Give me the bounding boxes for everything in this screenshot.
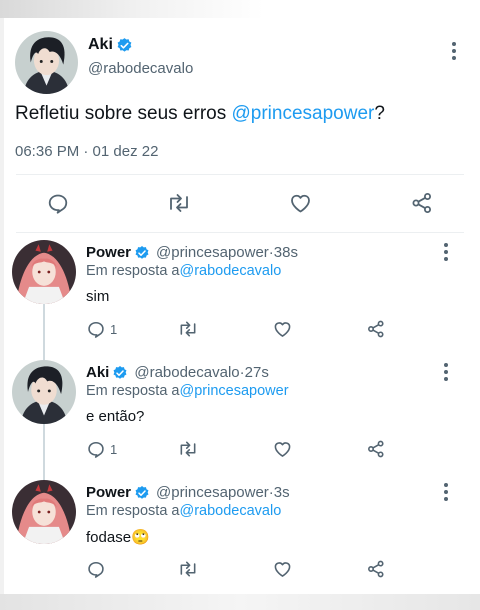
replying-to-row: Em resposta a @rabodecavalo [86, 503, 281, 519]
thread-line [43, 422, 45, 480]
like-icon [274, 322, 291, 337]
avatar-aki[interactable] [15, 31, 78, 94]
reply-count: 1 [110, 441, 118, 457]
author-handle[interactable]: @rabodecavalo [134, 364, 239, 381]
replying-to-label: Em resposta a [86, 383, 180, 399]
author-handle[interactable]: @princesapower [156, 244, 269, 261]
reply-author-row: Power @princesapower · 38s [86, 244, 298, 261]
replying-to-link[interactable]: @rabodecavalo [180, 263, 282, 279]
screen-edge-bottom [0, 594, 480, 610]
author-name[interactable]: Power [86, 244, 131, 261]
share-button[interactable] [366, 439, 386, 459]
author-handle[interactable]: @rabodecavalo [88, 60, 193, 77]
reply-text: sim [86, 288, 110, 305]
like-icon [274, 442, 291, 457]
retweet-icon [180, 441, 196, 457]
verified-badge-icon [116, 37, 133, 54]
reply-text: e então? [86, 408, 145, 425]
main-author-row: Aki [88, 36, 133, 54]
retweet-button[interactable] [166, 191, 192, 215]
share-icon [368, 320, 384, 338]
reply-author-row: Aki @rabodecavalo · 27s [86, 364, 269, 381]
more-options-icon[interactable] [443, 243, 449, 261]
reply-time[interactable]: 38s [274, 244, 298, 261]
retweet-button[interactable] [177, 319, 199, 339]
like-icon [274, 562, 291, 577]
more-options-icon[interactable] [451, 42, 457, 60]
like-icon [291, 194, 310, 213]
divider [16, 174, 464, 175]
retweet-icon [180, 561, 196, 577]
divider [16, 232, 464, 233]
reply-button[interactable] [86, 559, 110, 579]
more-options-icon[interactable] [443, 363, 449, 381]
reply-author-row: Power @princesapower · 3s [86, 484, 290, 501]
screen-edge-top [0, 0, 480, 18]
verified-badge-icon [112, 365, 128, 381]
reply-count: 1 [110, 321, 118, 337]
tweet-text-suffix: ? [374, 103, 385, 124]
retweet-button[interactable] [177, 439, 199, 459]
replying-to-row: Em resposta a @rabodecavalo [86, 263, 281, 279]
replying-to-link[interactable]: @princesapower [180, 383, 289, 399]
avatar-aki[interactable] [12, 360, 76, 424]
screen-edge-left [0, 18, 4, 594]
more-options-icon[interactable] [443, 483, 449, 501]
avatar-power[interactable] [12, 240, 76, 304]
author-name[interactable]: Aki [86, 364, 109, 381]
reply-text: fodase🙄 [86, 529, 150, 546]
reply-button[interactable]: 1 [86, 319, 117, 339]
replying-to-link[interactable]: @rabodecavalo [180, 503, 282, 519]
share-button[interactable] [366, 319, 386, 339]
tweet-text: Refletiu sobre seus erros @princesapower… [15, 103, 385, 125]
share-icon [412, 193, 431, 213]
retweet-button[interactable] [177, 559, 199, 579]
avatar-power[interactable] [12, 480, 76, 544]
reply-time[interactable]: 3s [274, 484, 290, 501]
share-button[interactable] [366, 559, 386, 579]
verified-badge-icon [134, 245, 150, 261]
author-name[interactable]: Power [86, 484, 131, 501]
reply-button[interactable] [46, 191, 70, 215]
retweet-icon [170, 194, 188, 212]
share-icon [368, 440, 384, 458]
replying-to-label: Em resposta a [86, 263, 180, 279]
tweet-timestamp[interactable]: 06:36 PM · 01 dez 22 [15, 143, 158, 160]
share-button[interactable] [410, 191, 434, 215]
reply-icon [88, 441, 104, 458]
tweet-text-prefix: Refletiu sobre seus erros [15, 103, 232, 124]
share-icon [368, 560, 384, 578]
replying-to-row: Em resposta a @princesapower [86, 383, 289, 399]
retweet-icon [180, 321, 196, 337]
reply-icon [88, 321, 104, 338]
verified-badge-icon [134, 485, 150, 501]
reply-time[interactable]: 27s [245, 364, 269, 381]
thread-line [43, 302, 45, 360]
author-name[interactable]: Aki [88, 36, 113, 54]
reply-icon [88, 561, 104, 578]
like-button[interactable] [272, 319, 293, 339]
like-button[interactable] [272, 439, 293, 459]
like-button[interactable] [272, 559, 293, 579]
replying-to-label: Em resposta a [86, 503, 180, 519]
reply-button[interactable]: 1 [86, 439, 117, 459]
like-button[interactable] [288, 191, 313, 215]
reply-icon [48, 194, 68, 214]
mention-link[interactable]: @princesapower [232, 103, 375, 124]
author-handle[interactable]: @princesapower [156, 484, 269, 501]
